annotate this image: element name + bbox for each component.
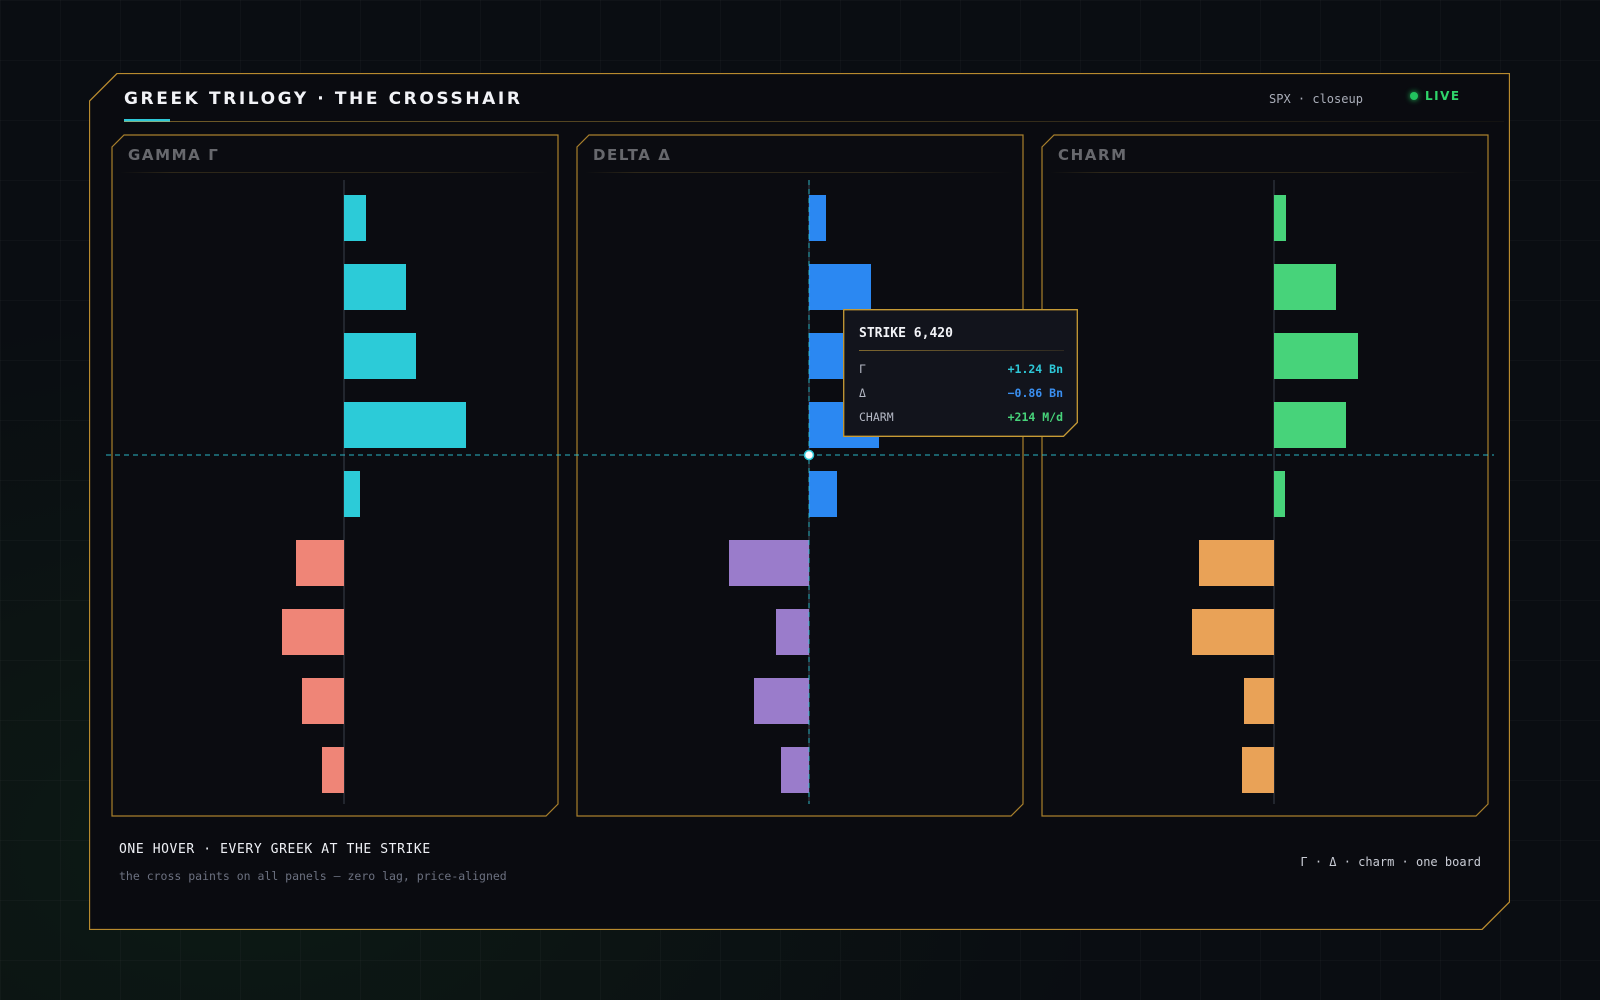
tooltip-charm-value: +214 M/d bbox=[1007, 410, 1063, 424]
footer-legend: Γ · Δ · charm · one board bbox=[1300, 855, 1481, 869]
tooltip-delta-label: Δ bbox=[859, 386, 866, 400]
tooltip-gamma-value: +1.24 Bn bbox=[1007, 362, 1063, 376]
tooltip-gamma-label: Γ bbox=[859, 362, 866, 376]
tooltip-divider bbox=[859, 350, 1064, 351]
panel-title-gamma: GAMMA Γ bbox=[128, 146, 220, 164]
panel-title-delta: DELTA Δ bbox=[593, 146, 672, 164]
tooltip-delta-value: −0.86 Bn bbox=[1007, 386, 1063, 400]
panel-divider-charm bbox=[1050, 172, 1480, 173]
instrument-label: SPX · closeup bbox=[1269, 92, 1363, 106]
tooltip-charm-label: CHARM bbox=[859, 410, 894, 424]
panel-divider-gamma bbox=[120, 172, 550, 173]
panel-divider-delta bbox=[585, 172, 1015, 173]
live-label: LIVE bbox=[1425, 89, 1461, 103]
tooltip-title: STRIKE 6,420 bbox=[859, 326, 953, 341]
panel-title-charm: CHARM bbox=[1058, 146, 1128, 164]
footer-subtitle: the cross paints on all panels — zero la… bbox=[119, 869, 507, 883]
board-frame bbox=[89, 73, 1510, 930]
live-dot-icon bbox=[1410, 92, 1418, 100]
live-indicator: LIVE bbox=[1410, 89, 1461, 103]
footer-title: ONE HOVER · EVERY GREEK AT THE STRIKE bbox=[119, 842, 431, 857]
page-title: GREEK TRILOGY · THE CROSSHAIR bbox=[124, 89, 523, 109]
header-divider bbox=[124, 121, 1504, 122]
